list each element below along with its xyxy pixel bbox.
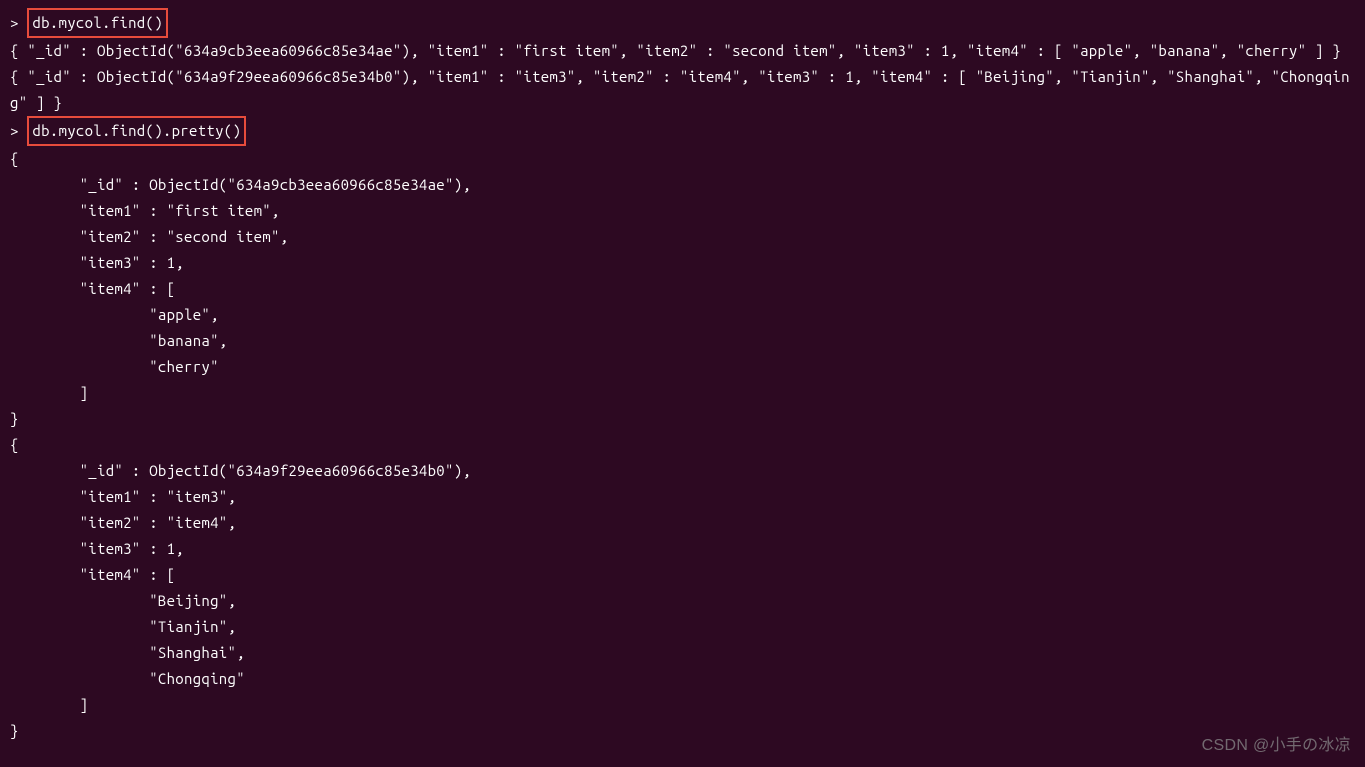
prompt-symbol: >	[10, 14, 27, 31]
pretty-output-line: }	[10, 718, 1355, 744]
pretty-output-line: "item3" : 1,	[10, 536, 1355, 562]
pretty-output-line: "item2" : "second item",	[10, 224, 1355, 250]
command-highlight-2: db.mycol.find().pretty()	[27, 116, 246, 146]
pretty-output-line: {	[10, 146, 1355, 172]
watermark: CSDN @小手の冰凉	[1202, 733, 1351, 759]
output-line-1: { "_id" : ObjectId("634a9cb3eea60966c85e…	[10, 38, 1355, 64]
pretty-output-line: "_id" : ObjectId("634a9cb3eea60966c85e34…	[10, 172, 1355, 198]
pretty-output-line: "cherry"	[10, 354, 1355, 380]
output-line-2: { "_id" : ObjectId("634a9f29eea60966c85e…	[10, 64, 1355, 116]
pretty-output-line: "Chongqing"	[10, 666, 1355, 692]
pretty-output-line: "item2" : "item4",	[10, 510, 1355, 536]
pretty-output-line: "item4" : [	[10, 562, 1355, 588]
pretty-output-line: ]	[10, 692, 1355, 718]
pretty-output-line: "item3" : 1,	[10, 250, 1355, 276]
pretty-output-line: "Shanghai",	[10, 640, 1355, 666]
pretty-output-line: "Tianjin",	[10, 614, 1355, 640]
pretty-output-line: "Beijing",	[10, 588, 1355, 614]
pretty-output-line: "item1" : "first item",	[10, 198, 1355, 224]
pretty-output-line: "item4" : [	[10, 276, 1355, 302]
pretty-output: { "_id" : ObjectId("634a9cb3eea60966c85e…	[10, 146, 1355, 744]
pretty-output-line: }	[10, 406, 1355, 432]
pretty-output-line: "_id" : ObjectId("634a9f29eea60966c85e34…	[10, 458, 1355, 484]
pretty-output-line: ]	[10, 380, 1355, 406]
command-highlight-1: db.mycol.find()	[27, 8, 168, 38]
terminal-prompt-line-1[interactable]: > db.mycol.find()	[10, 8, 1355, 38]
pretty-output-line: "apple",	[10, 302, 1355, 328]
prompt-symbol: >	[10, 122, 27, 139]
pretty-output-line: {	[10, 432, 1355, 458]
pretty-output-line: "banana",	[10, 328, 1355, 354]
terminal-prompt-line-2[interactable]: > db.mycol.find().pretty()	[10, 116, 1355, 146]
pretty-output-line: "item1" : "item3",	[10, 484, 1355, 510]
